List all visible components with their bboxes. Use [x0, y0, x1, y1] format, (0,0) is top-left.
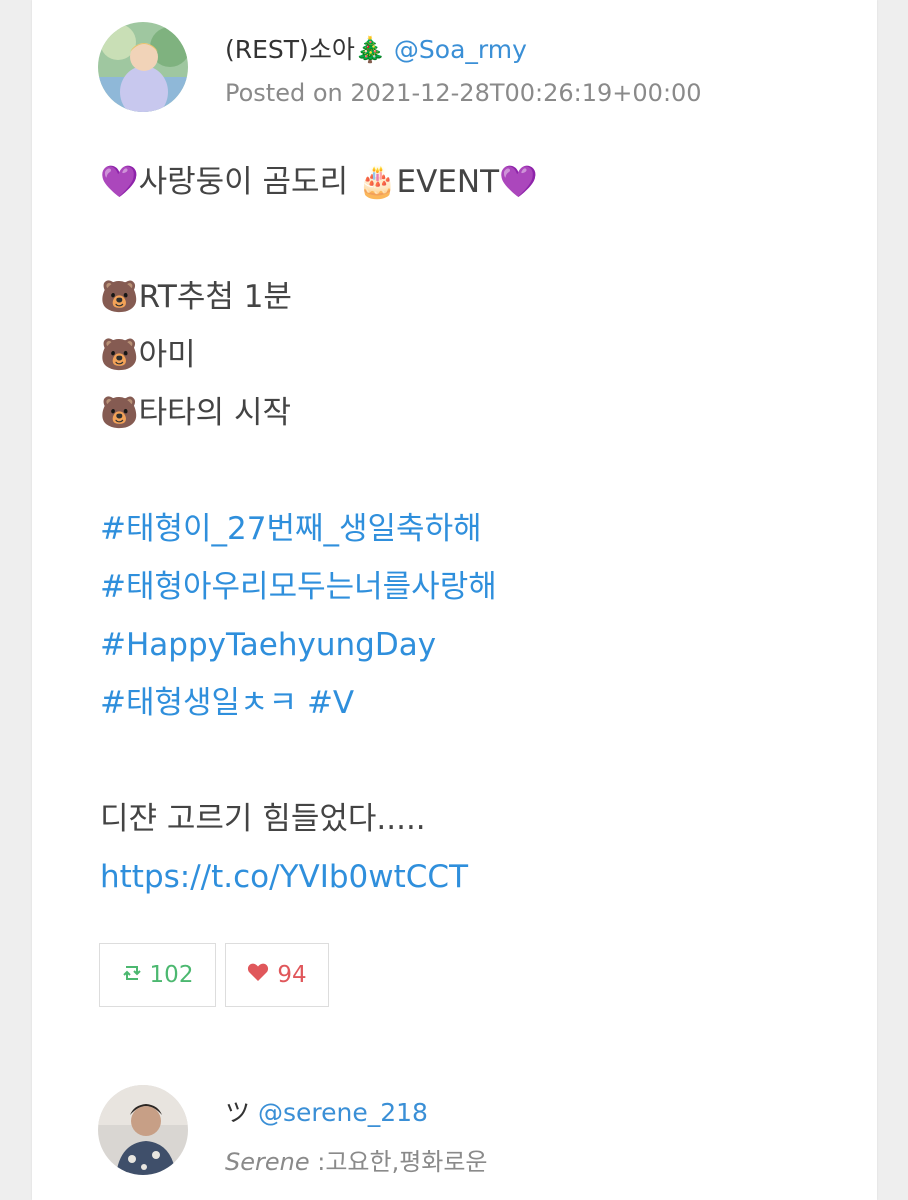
post-item-line: 🐻타타의 시작	[100, 395, 292, 431]
reply-display-name: ツ	[225, 1098, 251, 1127]
post-timestamp: Posted on 2021-12-28T00:26:19+00:00	[225, 79, 702, 107]
reply-author-name-line: ツ @serene_218	[225, 1093, 428, 1129]
author-avatar[interactable]	[98, 22, 188, 112]
author-name-line: (REST)소아🎄 @Soa_rmy	[225, 30, 527, 66]
reply-handle[interactable]: @serene_218	[258, 1098, 428, 1127]
retweet-count-button[interactable]: 102	[99, 943, 216, 1007]
reply-bio-text: :고요한,평화로운	[309, 1148, 488, 1176]
hashtag-link[interactable]: #태형이_27번째_생일축하해	[100, 509, 482, 549]
hashtag-link[interactable]: #태형생일ㅊㅋ #V	[100, 683, 354, 723]
reply-author-avatar[interactable]	[98, 1085, 188, 1175]
hashtag-link[interactable]: #태형아우리모두는너를사랑해	[100, 567, 497, 607]
like-count-button[interactable]: 94	[225, 943, 329, 1007]
heart-icon	[247, 962, 269, 988]
post-item-line: 🐻RT추첨 1분	[100, 279, 292, 315]
post-url-link[interactable]: https://t.co/YVIb0wtCCT	[100, 857, 468, 897]
post-item-line: 🐻아미	[100, 337, 196, 373]
author-handle[interactable]: @Soa_rmy	[394, 35, 527, 64]
author-display-name: (REST)소아🎄	[225, 35, 386, 64]
hashtag-link[interactable]: #HappyTaehyungDay	[100, 625, 436, 665]
reply-bio: Serene :고요한,평화로운	[225, 1142, 488, 1177]
post-card: (REST)소아🎄 @Soa_rmy Posted on 2021-12-28T…	[32, 0, 877, 1200]
post-closing-line: 디쟌 고르기 힘들었다.....	[100, 801, 426, 837]
reply-bio-name: Serene	[225, 1148, 310, 1176]
retweet-count: 102	[149, 962, 194, 988]
retweet-icon	[122, 962, 142, 988]
post-title-line: 💜사랑둥이 곰도리 🎂EVENT💜	[100, 164, 538, 200]
like-count: 94	[277, 962, 307, 988]
